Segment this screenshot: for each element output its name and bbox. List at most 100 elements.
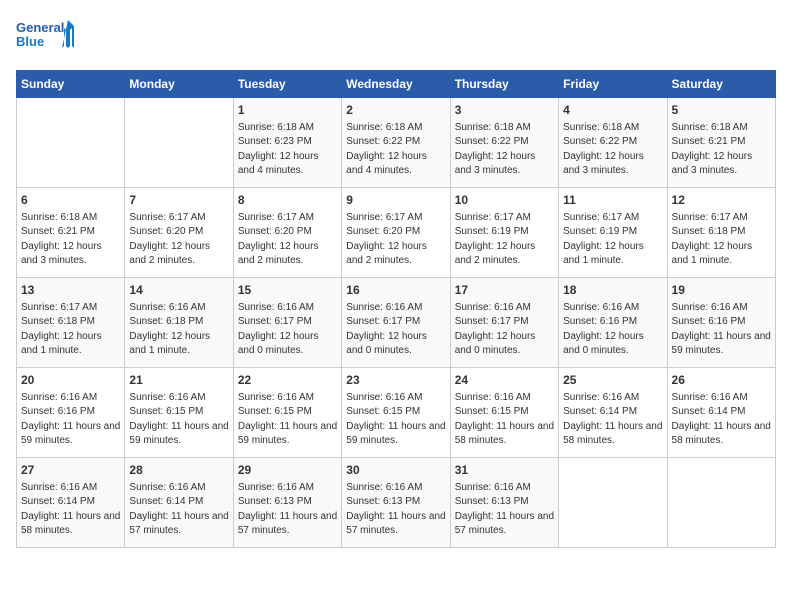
day-info: Sunrise: 6:16 AMSunset: 6:17 PMDaylight:… [455,301,554,359]
calendar-cell: 13 Sunrise: 6:17 AMSunset: 6:18 PMDayligh… [17,278,125,368]
day-info: Sunrise: 6:18 AMSunset: 6:22 PMDaylight:… [563,121,662,179]
day-number: 18 [563,282,662,299]
day-info: Sunrise: 6:17 AMSunset: 6:19 PMDaylight:… [455,211,554,269]
calendar-cell: 4 Sunrise: 6:18 AMSunset: 6:22 PMDaylight… [559,98,667,188]
day-number: 28 [129,462,228,479]
day-info: Sunrise: 6:18 AMSunset: 6:21 PMDaylight:… [21,211,120,269]
day-number: 10 [455,192,554,209]
day-info: Sunrise: 6:16 AMSunset: 6:15 PMDaylight:… [455,391,554,449]
day-info: Sunrise: 6:16 AMSunset: 6:14 PMDaylight:… [563,391,662,449]
logo-svg: General Blue [16,16,76,58]
week-row-3: 13 Sunrise: 6:17 AMSunset: 6:18 PMDayligh… [17,278,776,368]
calendar-cell: 24 Sunrise: 6:16 AMSunset: 6:15 PMDayligh… [450,368,558,458]
day-info: Sunrise: 6:17 AMSunset: 6:18 PMDaylight:… [21,301,120,359]
calendar-cell [559,458,667,548]
header-day-saturday: Saturday [667,71,775,98]
calendar-cell: 23 Sunrise: 6:16 AMSunset: 6:15 PMDayligh… [342,368,450,458]
day-number: 9 [346,192,445,209]
week-row-5: 27Sunrise: 6:16 AMSunset: 6:14 PMDayligh… [17,458,776,548]
day-info: Sunrise: 6:17 AMSunset: 6:19 PMDaylight:… [563,211,662,269]
calendar-cell: 19Sunrise: 6:16 AMSunset: 6:16 PMDayligh… [667,278,775,368]
day-number: 25 [563,372,662,389]
day-info: Sunrise: 6:17 AMSunset: 6:20 PMDaylight:… [346,211,445,269]
calendar-cell: 30Sunrise: 6:16 AMSunset: 6:13 PMDayligh… [342,458,450,548]
calendar-cell: 10 Sunrise: 6:17 AMSunset: 6:19 PMDayligh… [450,188,558,278]
calendar-cell: 18Sunrise: 6:16 AMSunset: 6:16 PMDayligh… [559,278,667,368]
week-row-2: 6 Sunrise: 6:18 AMSunset: 6:21 PMDaylight… [17,188,776,278]
day-info: Sunrise: 6:18 AMSunset: 6:22 PMDaylight:… [455,121,554,179]
day-number: 14 [129,282,228,299]
page-header: General Blue [16,16,776,58]
day-info: Sunrise: 6:16 AMSunset: 6:15 PMDaylight:… [346,391,445,449]
header-day-monday: Monday [125,71,233,98]
day-number: 11 [563,192,662,209]
calendar-cell: 8 Sunrise: 6:17 AMSunset: 6:20 PMDaylight… [233,188,341,278]
svg-text:Blue: Blue [16,34,44,49]
calendar-cell: 12 Sunrise: 6:17 AMSunset: 6:18 PMDayligh… [667,188,775,278]
day-number: 4 [563,102,662,119]
day-info: Sunrise: 6:16 AMSunset: 6:16 PMDaylight:… [21,391,120,449]
calendar-cell: 22Sunrise: 6:16 AMSunset: 6:15 PMDayligh… [233,368,341,458]
logo: General Blue [16,16,76,58]
day-number: 13 [21,282,120,299]
calendar-cell: 21 Sunrise: 6:16 AMSunset: 6:15 PMDayligh… [125,368,233,458]
day-number: 24 [455,372,554,389]
calendar-cell: 26 Sunrise: 6:16 AMSunset: 6:14 PMDayligh… [667,368,775,458]
calendar-cell [125,98,233,188]
day-number: 21 [129,372,228,389]
calendar-cell: 15 Sunrise: 6:16 AMSunset: 6:17 PMDayligh… [233,278,341,368]
calendar-cell: 27Sunrise: 6:16 AMSunset: 6:14 PMDayligh… [17,458,125,548]
header-day-tuesday: Tuesday [233,71,341,98]
day-info: Sunrise: 6:16 AMSunset: 6:17 PMDaylight:… [238,301,337,359]
calendar-cell: 16Sunrise: 6:16 AMSunset: 6:17 PMDayligh… [342,278,450,368]
day-number: 27 [21,462,120,479]
day-number: 5 [672,102,771,119]
day-info: Sunrise: 6:18 AMSunset: 6:23 PMDaylight:… [238,121,337,179]
day-number: 6 [21,192,120,209]
day-info: Sunrise: 6:16 AMSunset: 6:13 PMDaylight:… [238,481,337,539]
day-number: 19 [672,282,771,299]
day-info: Sunrise: 6:16 AMSunset: 6:14 PMDaylight:… [672,391,771,449]
day-info: Sunrise: 6:17 AMSunset: 6:18 PMDaylight:… [672,211,771,269]
calendar-table: SundayMondayTuesdayWednesdayThursdayFrid… [16,70,776,548]
header-day-thursday: Thursday [450,71,558,98]
day-number: 15 [238,282,337,299]
calendar-cell: 5 Sunrise: 6:18 AMSunset: 6:21 PMDaylight… [667,98,775,188]
calendar-cell: 28Sunrise: 6:16 AMSunset: 6:14 PMDayligh… [125,458,233,548]
day-info: Sunrise: 6:18 AMSunset: 6:21 PMDaylight:… [672,121,771,179]
calendar-cell: 7Sunrise: 6:17 AMSunset: 6:20 PMDaylight… [125,188,233,278]
day-info: Sunrise: 6:17 AMSunset: 6:20 PMDaylight:… [238,211,337,269]
day-number: 7 [129,192,228,209]
day-info: Sunrise: 6:16 AMSunset: 6:17 PMDaylight:… [346,301,445,359]
day-number: 12 [672,192,771,209]
calendar-cell: 29 Sunrise: 6:16 AMSunset: 6:13 PMDayligh… [233,458,341,548]
calendar-cell: 6 Sunrise: 6:18 AMSunset: 6:21 PMDaylight… [17,188,125,278]
calendar-cell [667,458,775,548]
week-row-4: 20 Sunrise: 6:16 AMSunset: 6:16 PMDayligh… [17,368,776,458]
day-number: 3 [455,102,554,119]
calendar-header: SundayMondayTuesdayWednesdayThursdayFrid… [17,71,776,98]
day-number: 26 [672,372,771,389]
calendar-cell: 31Sunrise: 6:16 AMSunset: 6:13 PMDayligh… [450,458,558,548]
calendar-cell: 17Sunrise: 6:16 AMSunset: 6:17 PMDayligh… [450,278,558,368]
header-row: SundayMondayTuesdayWednesdayThursdayFrid… [17,71,776,98]
calendar-cell: 1 Sunrise: 6:18 AMSunset: 6:23 PMDaylight… [233,98,341,188]
day-info: Sunrise: 6:16 AMSunset: 6:18 PMDaylight:… [129,301,228,359]
day-number: 8 [238,192,337,209]
calendar-cell: 9 Sunrise: 6:17 AMSunset: 6:20 PMDaylight… [342,188,450,278]
day-info: Sunrise: 6:16 AMSunset: 6:15 PMDaylight:… [238,391,337,449]
calendar-cell: 14 Sunrise: 6:16 AMSunset: 6:18 PMDayligh… [125,278,233,368]
header-day-wednesday: Wednesday [342,71,450,98]
day-info: Sunrise: 6:16 AMSunset: 6:15 PMDaylight:… [129,391,228,449]
day-number: 20 [21,372,120,389]
calendar-cell: 3 Sunrise: 6:18 AMSunset: 6:22 PMDaylight… [450,98,558,188]
day-number: 30 [346,462,445,479]
calendar-cell: 11 Sunrise: 6:17 AMSunset: 6:19 PMDayligh… [559,188,667,278]
day-number: 29 [238,462,337,479]
day-number: 2 [346,102,445,119]
day-number: 1 [238,102,337,119]
calendar-cell: 20 Sunrise: 6:16 AMSunset: 6:16 PMDayligh… [17,368,125,458]
day-info: Sunrise: 6:16 AMSunset: 6:13 PMDaylight:… [455,481,554,539]
day-number: 23 [346,372,445,389]
header-day-sunday: Sunday [17,71,125,98]
